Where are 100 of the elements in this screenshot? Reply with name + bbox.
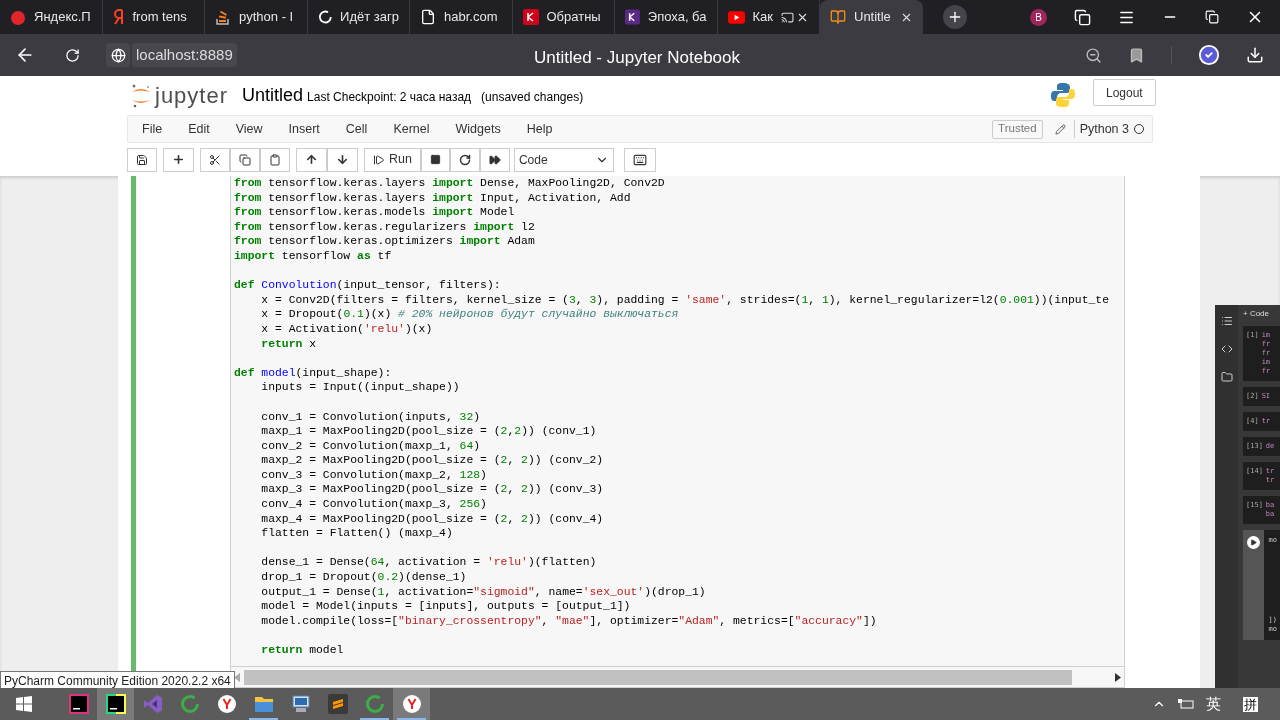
- computer-icon: [290, 694, 311, 714]
- restart-button[interactable]: [449, 147, 480, 172]
- run-cell-button[interactable]: [1246, 536, 1260, 549]
- page-title: Untitled - Jupyter Notebook: [534, 47, 740, 69]
- menu-item[interactable]: Kernel: [380, 119, 443, 139]
- code-icon[interactable]: [1220, 343, 1233, 355]
- code-line: return model: [260, 643, 344, 658]
- arrow-down-icon: [336, 153, 349, 166]
- visual-studio-icon: [142, 694, 163, 714]
- site-info-button[interactable]: [106, 43, 130, 67]
- insert-cell-button[interactable]: [163, 147, 194, 172]
- page-icon: [420, 9, 436, 25]
- fast-forward-icon: [488, 153, 501, 166]
- save-status: (unsaved changes): [481, 89, 584, 106]
- code-line: return x: [260, 336, 317, 352]
- clipboard-icon: [269, 153, 281, 166]
- code-line: output_1 = Dense(1, activation="sigmoid", name='sex_out')(drop_1): [260, 584, 706, 600]
- menu-item[interactable]: Help: [513, 119, 566, 139]
- folder-icon: [253, 695, 274, 713]
- code-line: maxp_1 = MaxPooling2D(pool_size = (2,2)) (conv_1): [260, 424, 597, 439]
- bookmark-icon[interactable]: [1128, 46, 1145, 64]
- move-down-button[interactable]: [327, 147, 358, 172]
- menu-item[interactable]: Edit: [175, 119, 223, 139]
- horizontal-scrollbar[interactable]: [244, 669, 1072, 685]
- code-line: conv_4 = Convolution(maxp_3, 256): [260, 497, 487, 512]
- copy-icon: [239, 153, 251, 166]
- code-line: def model(input_shape):: [234, 365, 392, 381]
- code-line: from tensorflow.keras.optimizers import Adam: [234, 234, 535, 249]
- code-line: model.compile(loss=["binary_crossentropy", "mae"], optimizer="Adam", metrics=["accuracy"]): [260, 613, 877, 629]
- collections-icon[interactable]: [1074, 8, 1091, 26]
- edit-icon[interactable]: [1054, 123, 1066, 135]
- code-line: from tensorflow.keras.layers import Dense, MaxPooling2D, Conv2D: [234, 176, 665, 191]
- reload-icon[interactable]: [65, 47, 80, 63]
- jupyter-logo: jupyter: [130, 79, 229, 112]
- zoom-out-icon[interactable]: [1085, 46, 1102, 64]
- cell-type-select[interactable]: Code: [513, 147, 614, 172]
- restore-icon[interactable]: [1205, 10, 1219, 24]
- input-method-indicator[interactable]: 拼: [1243, 696, 1258, 712]
- menu-item[interactable]: View: [222, 119, 276, 139]
- browser-icon: [401, 694, 422, 714]
- menu-item[interactable]: Widgets: [442, 119, 514, 139]
- code-line: maxp_4 = MaxPooling2D(pool_size = (2, 2)) (conv_4): [260, 511, 604, 527]
- tab-title: Эпоха, ба: [647, 8, 707, 27]
- kernel-name: Python 3: [1079, 120, 1129, 138]
- scroll-right-icon[interactable]: [1115, 672, 1121, 682]
- menu-item[interactable]: File: [128, 119, 176, 139]
- tab-title: from tens: [132, 8, 187, 27]
- keyboard-button[interactable]: [623, 147, 656, 172]
- tab-title: Untitle: [854, 8, 891, 27]
- cast-icon[interactable]: [781, 10, 794, 24]
- url-field[interactable]: localhost:8889: [132, 43, 237, 67]
- plus-icon: [172, 153, 185, 166]
- move-up-button[interactable]: [296, 147, 327, 172]
- download-icon[interactable]: [1246, 46, 1264, 64]
- ime-indicator[interactable]: 英: [1206, 692, 1221, 716]
- notebook-name[interactable]: Untitled: [242, 82, 304, 109]
- code-line: x = Conv2D(filters = filters, kernel_size = (3, 3), padding = 'same', strides=(1, 1), kernel_regularizer=l2(0.001))(input_te: [260, 292, 1110, 308]
- book-icon: [830, 9, 846, 25]
- save-icon: [136, 153, 148, 166]
- code-line: maxp_2 = MaxPooling2D(pool_size = (2, 2)) (conv_2): [260, 453, 604, 468]
- logout-button[interactable]: Logout: [1093, 79, 1156, 106]
- stop-icon: [429, 154, 441, 165]
- browser-tab[interactable]: Untitle: [820, 0, 923, 34]
- protect-icon[interactable]: [1198, 44, 1220, 66]
- new-tab-button[interactable]: [942, 5, 967, 29]
- play-icon: [1249, 539, 1257, 546]
- browser-icon: [216, 694, 237, 714]
- folder-icon[interactable]: [1220, 371, 1233, 383]
- run-button[interactable]: Run: [364, 147, 421, 172]
- trusted-badge[interactable]: Trusted: [992, 119, 1043, 139]
- code-line: dense_1 = Dense(64, activation = 'relu')(flatten): [260, 555, 597, 571]
- tab-title: python - I: [239, 8, 294, 27]
- tab-title: Как: [752, 8, 773, 27]
- scissors-icon: [209, 153, 221, 166]
- paste-button[interactable]: [260, 147, 290, 172]
- network-icon[interactable]: [1178, 698, 1194, 710]
- taskbar-button[interactable]: [97, 688, 134, 720]
- tab-title: Яндекс.П: [34, 8, 91, 27]
- keyboard-icon: [632, 152, 647, 167]
- code-line: import tensorflow as tf: [234, 248, 392, 264]
- stop-button[interactable]: [420, 147, 450, 172]
- save-button[interactable]: [127, 147, 157, 172]
- code-line: def Convolution(input_tensor, filters):: [234, 278, 501, 293]
- code-line: from tensorflow.keras.models import Model: [234, 205, 515, 220]
- code-line: from tensorflow.keras.layers import Input, Activation, Add: [234, 190, 631, 206]
- restart-icon: [458, 153, 471, 166]
- profile-avatar[interactable]: B: [1030, 8, 1047, 26]
- cut-button[interactable]: [200, 147, 230, 172]
- toc-icon[interactable]: [1220, 315, 1233, 327]
- run-all-button[interactable]: [479, 147, 510, 172]
- checkpoint-text: Last Checkpoint: 2 часа назад: [307, 89, 472, 106]
- tab-title: Идёт загр: [340, 8, 399, 27]
- menu-item[interactable]: Cell: [332, 119, 381, 139]
- code-line: conv_1 = Convolution(inputs, 32): [260, 409, 481, 425]
- add-code-button[interactable]: + Code: [1243, 305, 1280, 320]
- code-line: maxp_3 = MaxPooling2D(pool_size = (2, 2)) (conv_3): [260, 482, 604, 498]
- editor-icon: [327, 694, 348, 714]
- menu-item[interactable]: Insert: [275, 119, 333, 139]
- ide-icon: [68, 694, 89, 714]
- windows-icon: [16, 696, 32, 712]
